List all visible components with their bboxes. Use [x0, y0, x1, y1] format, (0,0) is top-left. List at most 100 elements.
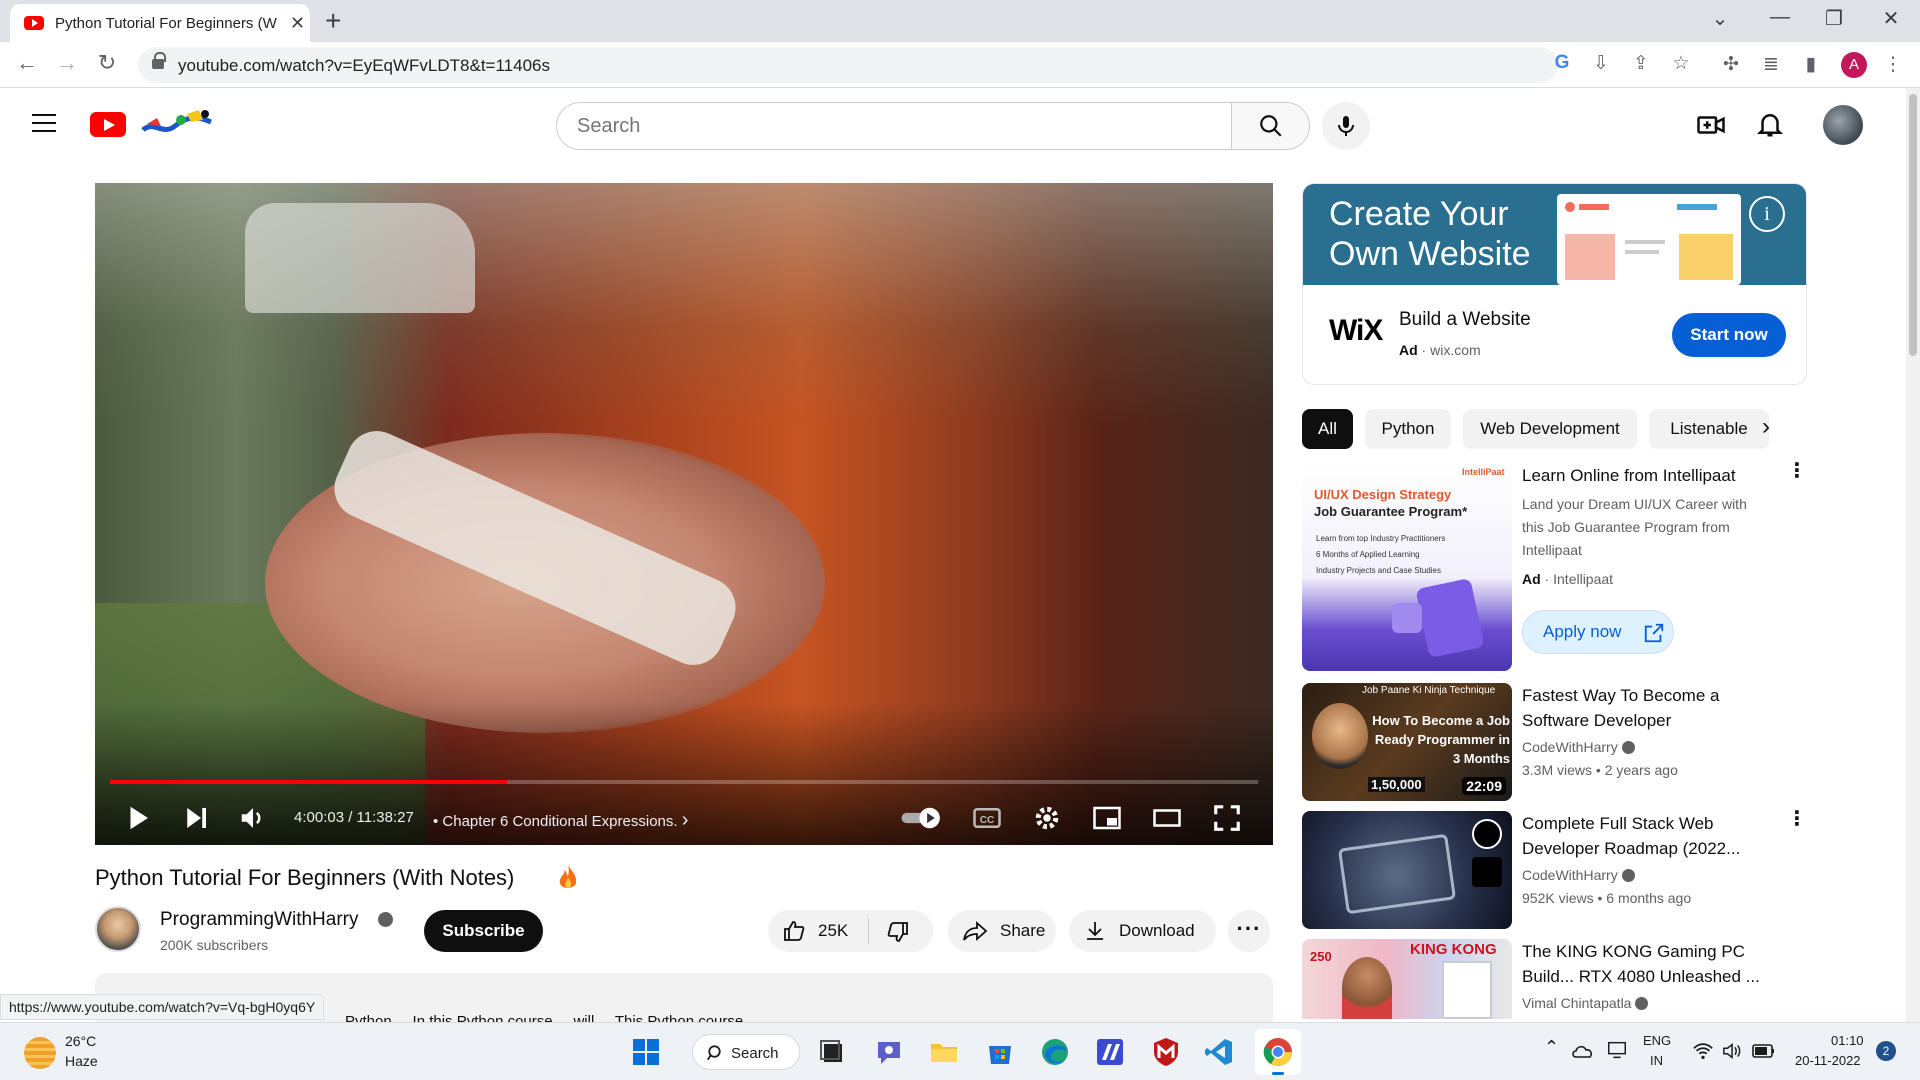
- microsoft-store-icon[interactable]: [984, 1036, 1016, 1068]
- search-box[interactable]: [556, 102, 1232, 150]
- recommendation-item[interactable]: Job Paane Ki Ninja Technique How To Beco…: [1302, 683, 1807, 801]
- ad-info-icon[interactable]: i: [1749, 196, 1785, 232]
- chip-all[interactable]: All: [1302, 409, 1353, 449]
- miniplayer-icon[interactable]: [1090, 803, 1124, 833]
- play-icon[interactable]: [121, 803, 155, 833]
- apply-now-button[interactable]: Apply now: [1522, 610, 1674, 654]
- rec-more-icon[interactable]: ⋮: [1787, 809, 1807, 829]
- ad-title[interactable]: Build a Website: [1399, 309, 1531, 331]
- extensions-puzzle-icon[interactable]: ✣: [1718, 53, 1744, 76]
- notification-badge[interactable]: 2: [1876, 1041, 1896, 1061]
- browser-profile-avatar[interactable]: A: [1841, 52, 1867, 78]
- address-bar[interactable]: youtube.com/watch?v=EyEqWFvLDT8&t=11406s…: [138, 47, 1690, 83]
- channel-name[interactable]: ProgrammingWithHarry: [160, 909, 358, 931]
- account-avatar[interactable]: [1823, 105, 1863, 145]
- clock-time[interactable]: 01:10: [1831, 1033, 1864, 1048]
- show-hidden-icons-chevron[interactable]: ⌃: [1544, 1037, 1559, 1058]
- clock-date[interactable]: 20-11-2022: [1795, 1053, 1861, 1068]
- volume-icon[interactable]: [236, 803, 270, 833]
- task-view-icon[interactable]: [816, 1036, 848, 1068]
- share-page-icon[interactable]: ⇪: [1628, 52, 1654, 75]
- notifications-bell-icon[interactable]: [1755, 109, 1785, 139]
- rec-channel[interactable]: CodeWithHarry: [1522, 867, 1635, 883]
- chip-listenable[interactable]: Listenable: [1649, 409, 1769, 449]
- recommendation-ad[interactable]: IntelliPaat UI/UX Design Strategy Job Gu…: [1302, 461, 1807, 673]
- side-panel-icon[interactable]: ▮: [1798, 53, 1824, 76]
- windows-start-icon[interactable]: [630, 1036, 662, 1068]
- next-video-icon[interactable]: [179, 803, 213, 833]
- progress-bar[interactable]: [110, 780, 1258, 784]
- battery-icon[interactable]: [1752, 1042, 1776, 1060]
- start-now-button[interactable]: Start now: [1672, 313, 1786, 357]
- teams-chat-icon[interactable]: [873, 1036, 905, 1068]
- back-icon[interactable]: ←: [12, 50, 42, 76]
- chrome-taskbar-active[interactable]: [1255, 1029, 1301, 1075]
- youtube-logo-icon[interactable]: [90, 112, 126, 137]
- create-video-icon[interactable]: [1696, 110, 1726, 140]
- restore-button[interactable]: ❐: [1811, 6, 1857, 31]
- video-player[interactable]: 4:00:03 / 11:38:27 • Chapter 6 Condition…: [95, 183, 1273, 845]
- recommendation-item[interactable]: 250 KING KONG The KING KONG Gaming PC Bu…: [1302, 939, 1807, 1019]
- forward-icon[interactable]: →: [52, 50, 82, 76]
- taskbar-search[interactable]: Search: [692, 1034, 800, 1070]
- chip-python[interactable]: Python: [1365, 409, 1451, 449]
- youtube-doodle-icon[interactable]: [141, 106, 213, 140]
- rec-title[interactable]: Learn Online from Intellipaat: [1522, 463, 1772, 488]
- video-thumbnail[interactable]: 250 KING KONG: [1302, 939, 1512, 1019]
- subscribe-button[interactable]: Subscribe: [424, 910, 543, 952]
- vscode-icon[interactable]: [1203, 1036, 1235, 1068]
- lock-icon[interactable]: [152, 52, 166, 71]
- minimize-button[interactable]: —: [1757, 6, 1803, 29]
- weather-haze-icon[interactable]: [24, 1037, 56, 1069]
- page-scrollbar[interactable]: [1906, 88, 1920, 1022]
- rec-title[interactable]: The KING KONG Gaming PC Build... RTX 408…: [1522, 939, 1772, 989]
- onedrive-cloud-icon[interactable]: [1570, 1041, 1594, 1061]
- weather-temperature[interactable]: 26°C: [65, 1033, 96, 1049]
- network-status-icon[interactable]: [1606, 1039, 1628, 1061]
- scrollbar-thumb[interactable]: [1909, 94, 1917, 356]
- download-button[interactable]: Download: [1069, 910, 1216, 952]
- video-thumbnail[interactable]: Job Paane Ki Ninja Technique How To Beco…: [1302, 683, 1512, 801]
- search-input[interactable]: [577, 103, 1177, 149]
- google-lens-icon[interactable]: G: [1549, 52, 1575, 74]
- pen-app-icon[interactable]: [1094, 1036, 1126, 1068]
- captions-icon[interactable]: CC: [970, 803, 1004, 833]
- close-window-button[interactable]: ✕: [1868, 6, 1914, 31]
- rec-title[interactable]: Fastest Way To Become a Software Develop…: [1522, 683, 1772, 733]
- browser-menu-icon[interactable]: ⋮: [1880, 53, 1906, 76]
- hamburger-menu-icon[interactable]: [32, 114, 56, 132]
- chips-next-chevron-icon[interactable]: ›: [1762, 413, 1770, 441]
- wix-logo[interactable]: WiX: [1329, 314, 1383, 348]
- rec-channel[interactable]: Vimal Chintapatla: [1522, 995, 1649, 1011]
- tab-close-icon[interactable]: ✕: [290, 13, 305, 34]
- intellipaat-thumbnail[interactable]: IntelliPaat UI/UX Design Strategy Job Gu…: [1302, 463, 1512, 671]
- dislike-thumbs-down-icon[interactable]: [886, 920, 910, 944]
- tab-search-icon[interactable]: ⌄: [1697, 6, 1743, 31]
- recommendation-item[interactable]: Complete Full Stack Web Developer Roadma…: [1302, 809, 1807, 929]
- browser-tab-active[interactable]: Python Tutorial For Beginners (W ✕: [10, 4, 310, 42]
- fullscreen-icon[interactable]: [1210, 803, 1244, 833]
- rec-channel[interactable]: CodeWithHarry: [1522, 739, 1635, 755]
- install-app-icon[interactable]: ⇩: [1588, 52, 1614, 75]
- edge-browser-icon[interactable]: [1039, 1036, 1071, 1068]
- speaker-volume-icon[interactable]: [1722, 1041, 1744, 1061]
- chip-web-development[interactable]: Web Development: [1463, 409, 1637, 449]
- share-button[interactable]: Share: [948, 910, 1056, 952]
- wifi-icon[interactable]: [1692, 1041, 1714, 1061]
- video-thumbnail[interactable]: [1302, 811, 1512, 929]
- language-region[interactable]: IN: [1650, 1053, 1663, 1068]
- file-explorer-icon[interactable]: [928, 1036, 960, 1068]
- watch-later-icon[interactable]: [1472, 819, 1502, 849]
- settings-gear-icon[interactable]: [1030, 803, 1064, 833]
- more-actions-button[interactable]: ···: [1228, 910, 1270, 952]
- like-thumbs-up-icon[interactable]: [782, 919, 806, 943]
- add-to-queue-icon[interactable]: [1472, 857, 1502, 887]
- reload-icon[interactable]: ↻: [92, 50, 122, 76]
- ad-banner[interactable]: Create Your Own Website i: [1303, 184, 1806, 285]
- rec-more-icon[interactable]: ⋮: [1787, 461, 1807, 481]
- weather-condition[interactable]: Haze: [65, 1053, 98, 1069]
- language-indicator[interactable]: ENG: [1643, 1033, 1671, 1048]
- search-button[interactable]: [1231, 102, 1310, 150]
- mcafee-shield-icon[interactable]: [1150, 1036, 1182, 1068]
- chapter-title[interactable]: • Chapter 6 Conditional Expressions. ›: [433, 809, 688, 832]
